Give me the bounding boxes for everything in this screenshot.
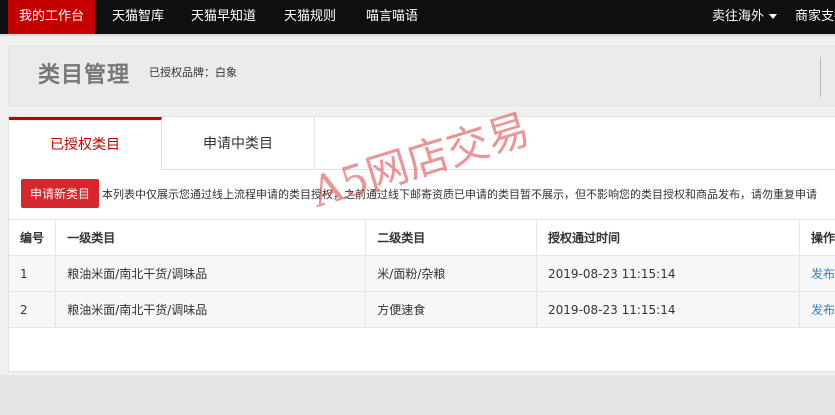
table-row: 1 粮油米面/南北干货/调味品 米/面粉/杂粮 2019-08-23 11:15… — [9, 255, 835, 292]
col-header-level1-category: 一级类目 — [55, 219, 367, 256]
category-tabs: 已授权类目 申请中类目 — [9, 117, 835, 170]
cell-level1-category: 粮油米面/南北干货/调味品 — [55, 291, 367, 328]
tab-pending-categories[interactable]: 申请中类目 — [162, 117, 315, 169]
table-header-row: 编号 一级类目 二级类目 授权通过时间 操作 — [9, 219, 835, 256]
table-row: 2 粮油米面/南北干货/调味品 方便速食 2019-08-23 11:15:14… — [9, 291, 835, 328]
nav-item-tmall-rules[interactable]: 天猫规则 — [284, 0, 336, 34]
publish-link[interactable]: 发布 — [799, 291, 835, 328]
apply-new-category-button[interactable]: 申请新类目 — [21, 179, 99, 208]
category-table: 编号 一级类目 二级类目 授权通过时间 操作 1 粮油米面/南北干货/调味品 米… — [9, 219, 835, 328]
col-header-number: 编号 — [9, 219, 57, 256]
cell-level2-category: 米/面粉/杂粮 — [365, 255, 538, 292]
cell-number: 1 — [9, 255, 57, 292]
nav-item-meow-talk[interactable]: 喵言喵语 — [366, 0, 418, 34]
col-header-operation: 操作 — [799, 219, 835, 256]
top-nav: 我的工作台 天猫智库 天猫早知道 天猫规则 喵言喵语 卖往海外 商家支持 — [0, 0, 835, 36]
header-divider — [820, 57, 821, 97]
nav-item-tmall-think-tank[interactable]: 天猫智库 — [112, 0, 164, 34]
col-header-approval-time: 授权通过时间 — [536, 219, 800, 256]
notice-text: 本列表中仅展示您通过线上流程申请的类目授权，之前通过线下邮寄资质已申请的类目暂不… — [102, 188, 817, 201]
nav-item-merchant-support[interactable]: 商家支持 — [795, 0, 835, 34]
cell-number: 2 — [9, 291, 57, 328]
tab-authorized-categories[interactable]: 已授权类目 — [9, 117, 162, 170]
page-title: 类目管理 — [38, 63, 131, 88]
authorized-brand-label: 已授权品牌：白象 — [149, 66, 237, 79]
cell-approval-time: 2019-08-23 11:15:14 — [536, 255, 800, 292]
cell-level2-category: 方便速食 — [365, 291, 538, 328]
col-header-level2-category: 二级类目 — [365, 219, 538, 256]
footer-band — [0, 375, 835, 415]
category-card: 已授权类目 申请中类目 申请新类目 本列表中仅展示您通过线上流程申请的类目授权，… — [8, 116, 835, 372]
cell-approval-time: 2019-08-23 11:15:14 — [536, 291, 800, 328]
nav-item-sell-overseas[interactable]: 卖往海外 — [712, 0, 778, 34]
caret-down-icon — [769, 14, 778, 19]
page-header: 类目管理 已授权品牌：白象 — [8, 46, 835, 106]
cell-level1-category: 粮油米面/南北干货/调味品 — [55, 255, 367, 292]
sell-overseas-label: 卖往海外 — [712, 9, 765, 24]
nav-item-workbench[interactable]: 我的工作台 — [8, 0, 96, 34]
nav-item-tmall-news[interactable]: 天猫早知道 — [191, 0, 256, 34]
publish-link[interactable]: 发布 — [799, 255, 835, 292]
